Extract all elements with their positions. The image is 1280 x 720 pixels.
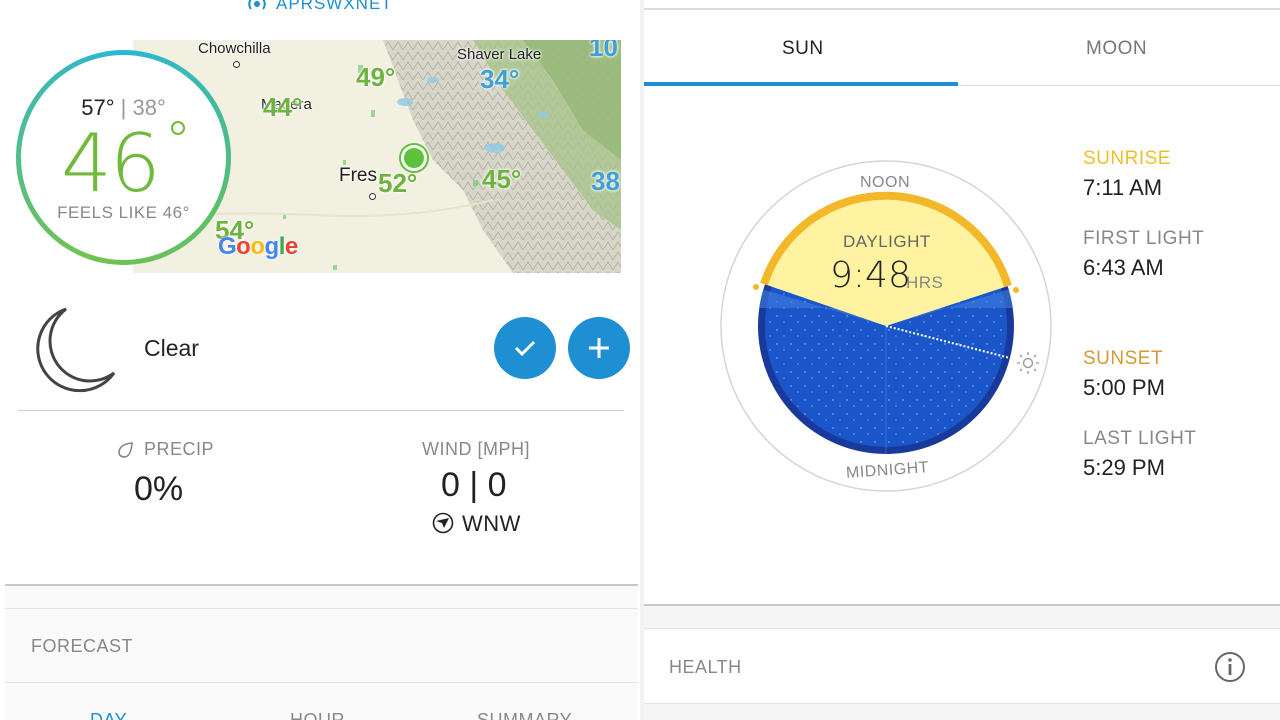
map-temp-label: 49° [356, 62, 396, 92]
map-city-dot [369, 193, 376, 200]
crescent-moon-icon [36, 307, 116, 393]
health-row[interactable]: HEALTH [644, 628, 1280, 704]
tab-moon[interactable]: MOON [1086, 38, 1147, 60]
map-city-label: Shaver Lake [457, 46, 542, 63]
map-city-label: Chowchilla [198, 40, 271, 57]
data-source-label: APRSWXNET [246, 0, 393, 14]
noon-label: NOON [860, 174, 910, 191]
tab-sun[interactable]: SUN [782, 38, 824, 60]
divider [644, 8, 1280, 10]
plus-icon [589, 338, 609, 358]
tab-day[interactable]: DAY [90, 710, 127, 720]
precip-value: 0% [134, 470, 184, 508]
map-temp-label: 38 [591, 166, 620, 196]
raindrop-icon [118, 442, 133, 458]
info-icon[interactable] [1214, 651, 1246, 683]
map-temp-label: 45° [482, 164, 522, 194]
wind-label: WIND [MPH] [422, 439, 530, 459]
divider [5, 682, 638, 683]
current-temperature-ring[interactable]: 57° | 38° 46 FEELS LIKE 46° [16, 50, 231, 265]
check-button[interactable] [494, 317, 556, 379]
sun-dial [720, 160, 1052, 492]
checkmark-icon [514, 340, 536, 357]
wind-direction: WNW [462, 511, 521, 536]
map-city-dot [233, 61, 240, 68]
sunrise-time: 7:11 AM [1083, 175, 1163, 200]
tab-hour[interactable]: HOUR [290, 710, 345, 720]
location-marker-icon[interactable] [398, 142, 430, 174]
map-attribution: Google [218, 233, 298, 260]
divider [18, 410, 624, 411]
last-light-time: 5:29 PM [1083, 455, 1165, 480]
daylight-label: DAYLIGHT [843, 232, 931, 251]
divider [958, 85, 1280, 86]
first-light-time: 6:43 AM [1083, 255, 1164, 280]
condition-row: Clear [20, 300, 630, 400]
data-source-text: APRSWXNET [276, 0, 393, 13]
daylight-value: 9:48 [830, 255, 911, 296]
add-button[interactable] [568, 317, 630, 379]
temperature-readout: 57° | 38° 46 FEELS LIKE 46° [21, 55, 226, 260]
last-light-label: LAST LIGHT [1083, 428, 1197, 449]
sun-moon-panel: SUN MOON NOON MIDNIGHT DAYLIGHT 9:48 HRS… [644, 0, 1280, 720]
map-temp-label: 10 [589, 40, 618, 62]
broadcast-icon [248, 0, 266, 10]
tab-summary[interactable]: SUMMARY [477, 710, 572, 720]
degree-symbol [171, 121, 185, 135]
map-temp-label: 44° [263, 92, 303, 122]
health-section: HEALTH [644, 604, 1280, 720]
forecast-title: FORECAST [31, 636, 134, 656]
tab-indicator [644, 82, 958, 86]
sunrise-label: SUNRISE [1083, 148, 1171, 169]
health-title: HEALTH [669, 657, 742, 677]
precip-label: PRECIP [144, 439, 215, 459]
map-city-label: Fres [339, 165, 377, 186]
wind-value: 0 | 0 [441, 466, 507, 504]
current-conditions-panel: APRSWXNET Chowchilla Madera Fres Shaver … [0, 0, 640, 720]
map-temp-label: 34° [480, 64, 520, 94]
divider [5, 608, 638, 609]
condition-text: Clear [144, 335, 199, 361]
first-light-label: FIRST LIGHT [1083, 228, 1205, 249]
compass-icon [432, 512, 454, 534]
sunset-time: 5:00 PM [1083, 375, 1165, 400]
last-light-marker [1013, 287, 1019, 293]
sunset-label: SUNSET [1083, 348, 1164, 369]
first-light-marker [753, 284, 759, 290]
feels-like: FEELS LIKE 46° [57, 203, 190, 222]
daylight-unit: HRS [906, 273, 944, 292]
forecast-section: FORECAST DAY HOUR SUMMARY [5, 584, 638, 720]
current-temp: 46 [61, 117, 161, 210]
